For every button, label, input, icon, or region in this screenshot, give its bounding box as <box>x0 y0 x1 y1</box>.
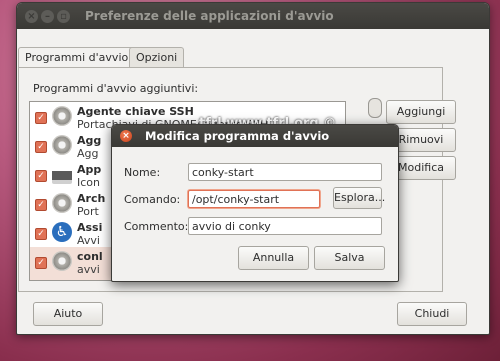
save-button[interactable]: Salva <box>314 246 385 270</box>
comment-label: Commento: <box>124 220 189 233</box>
accessibility-icon: ♿ <box>52 222 72 242</box>
tab-options[interactable]: Opzioni <box>129 47 185 68</box>
help-button[interactable]: Aiuto <box>33 302 103 326</box>
gear-icon <box>52 135 72 155</box>
enabled-checkbox[interactable]: ✓ <box>35 141 47 153</box>
gear-icon <box>52 193 72 213</box>
dialog-title: Modifica programma d'avvio <box>145 129 330 143</box>
dialog-close-icon[interactable]: × <box>120 130 132 142</box>
cancel-button[interactable]: Annulla <box>238 246 309 270</box>
item-description: avvi <box>77 263 100 276</box>
item-name: App <box>77 163 102 176</box>
name-label: Nome: <box>124 166 161 179</box>
item-description: Avvi <box>77 234 100 247</box>
tab-startup-programs[interactable]: Programmi d'avvio <box>18 47 136 69</box>
edit-startup-program-dialog: × Modifica programma d'avvio Nome: conky… <box>111 124 399 282</box>
enabled-checkbox[interactable]: ✓ <box>35 170 47 182</box>
item-name: Arch <box>77 192 106 205</box>
item-description: Icon <box>77 176 100 189</box>
name-field[interactable]: conky-start <box>188 163 382 181</box>
section-label: Programmi d'avvio aggiuntivi: <box>33 82 199 95</box>
command-field[interactable]: /opt/conky-start <box>188 190 320 208</box>
item-description: Port <box>77 205 99 218</box>
list-scrollbar[interactable] <box>368 98 382 118</box>
window-minimize-icon[interactable]: – <box>41 10 54 23</box>
enabled-checkbox[interactable]: ✓ <box>35 257 47 269</box>
window-title: Preferenze delle applicazioni d'avvio <box>85 9 334 23</box>
printer-icon <box>52 164 72 184</box>
item-name: Agente chiave SSH <box>77 105 194 118</box>
add-button[interactable]: Aggiungi <box>386 100 456 124</box>
window-close-icon[interactable]: × <box>25 10 38 23</box>
browse-button[interactable]: Esplora... <box>333 187 385 209</box>
enabled-checkbox[interactable]: ✓ <box>35 199 47 211</box>
gear-icon <box>52 106 72 126</box>
dialog-titlebar: × Modifica programma d'avvio <box>112 125 398 147</box>
item-name: Agg <box>77 134 102 147</box>
enabled-checkbox[interactable]: ✓ <box>35 228 47 240</box>
window-maximize-icon[interactable]: ▫ <box>57 10 70 23</box>
comment-field[interactable]: avvio di conky <box>188 217 382 235</box>
item-name: Assi <box>77 221 103 234</box>
item-name: conl <box>77 250 103 263</box>
window-titlebar: × – ▫ Preferenze delle applicazioni d'av… <box>17 3 489 29</box>
gear-icon <box>52 251 72 271</box>
item-description: Agg <box>77 147 99 160</box>
command-label: Comando: <box>124 193 181 206</box>
close-button[interactable]: Chiudi <box>397 302 467 326</box>
enabled-checkbox[interactable]: ✓ <box>35 112 47 124</box>
